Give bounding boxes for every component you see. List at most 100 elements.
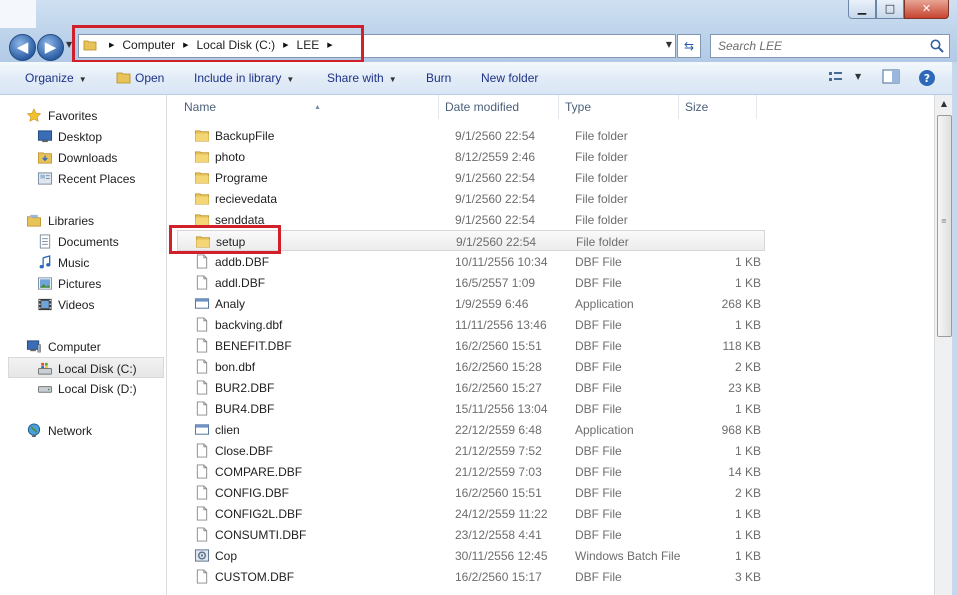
file-row[interactable]: addl.DBF 16/5/2557 1:09 DBF File 1 KB (177, 272, 765, 293)
file-icon (196, 464, 208, 479)
titlebar-left-area (0, 0, 36, 28)
file-type: DBF File (575, 570, 622, 584)
file-row[interactable]: recievedata 9/1/2560 22:54 File folder (177, 188, 765, 209)
view-options-dropdown-icon[interactable]: ▼ (855, 72, 861, 81)
file-row[interactable]: Cop 30/11/2556 12:45 Windows Batch File 1 K… (177, 545, 765, 566)
file-type: DBF File (575, 465, 622, 479)
nav-videos[interactable]: Videos (0, 294, 166, 315)
recent-pages-dropdown[interactable]: ▼ (66, 40, 74, 54)
file-row[interactable]: CONFIG.DBF 16/2/2560 15:51 DBF File 2 KB (177, 482, 765, 503)
close-button[interactable]: ✕ (904, 0, 949, 19)
file-row[interactable]: photo 8/12/2559 2:46 File folder (177, 146, 765, 167)
nav-network[interactable]: Network (0, 420, 166, 441)
share-label: Share with (327, 71, 384, 85)
file-size: 1 KB (734, 549, 761, 563)
file-size: 268 KB (721, 297, 761, 311)
folder-icon (195, 130, 209, 142)
file-row[interactable]: BUR2.DBF 16/2/2560 15:27 DBF File 23 KB (177, 377, 765, 398)
file-date-modified: 8/12/2559 2:46 (455, 150, 536, 164)
file-name: setup (216, 235, 246, 249)
file-type: DBF File (575, 507, 622, 521)
nav-local-disk-c[interactable]: Local Disk (C:) (8, 357, 164, 378)
file-row[interactable]: setup 9/1/2560 22:54 File folder (177, 230, 765, 251)
nav-pictures[interactable]: Pictures (0, 273, 166, 294)
search-box[interactable] (710, 34, 950, 58)
file-row[interactable]: BENEFIT.DBF 16/2/2560 15:51 DBF File 118 KB (177, 335, 765, 356)
breadcrumb-local-disk-c[interactable]: Local Disk (C:) (196, 38, 275, 52)
nav-documents[interactable]: Documents (0, 231, 166, 252)
address-bar[interactable]: ▶ Computer ▶ Local Disk (C:) ▶ LEE ▶ ▼ (78, 34, 676, 58)
search-icon[interactable] (929, 38, 945, 54)
file-row[interactable]: CONFIG2L.DBF 24/12/2559 11:22 DBF File 1 KB (177, 503, 765, 524)
file-row[interactable]: CUSTOM.DBF 16/2/2560 15:17 DBF File 3 KB (177, 566, 765, 587)
file-row[interactable]: clien 22/12/2559 6:48 Application 968 KB (177, 419, 765, 440)
forward-button[interactable]: ▶ (37, 34, 64, 61)
file-row[interactable]: Analy 1/9/2559 6:46 Application 268 KB (177, 293, 765, 314)
nav-computer[interactable]: Computer (0, 336, 166, 357)
breadcrumb-separator-icon[interactable]: ▶ (327, 41, 332, 49)
file-size: 2 KB (734, 486, 761, 500)
file-date-modified: 21/12/2559 7:03 (455, 465, 542, 479)
help-icon[interactable]: ? (918, 69, 936, 87)
nav-recent-places[interactable]: Recent Places (0, 168, 166, 189)
maximize-button[interactable]: □ (876, 0, 904, 19)
file-row[interactable]: CONSUMTI.DBF 23/12/2558 4:41 DBF File 1 KB (177, 524, 765, 545)
open-button[interactable]: Open (116, 71, 164, 85)
file-date-modified: 23/12/2558 4:41 (455, 528, 542, 542)
preview-pane-icon[interactable] (882, 69, 900, 85)
folder-icon (195, 193, 209, 205)
file-date-modified: 24/12/2559 11:22 (455, 507, 548, 521)
refresh-button[interactable]: ⇆ (677, 34, 701, 58)
new-folder-button[interactable]: New folder (481, 71, 538, 85)
scroll-up-arrow-icon[interactable]: ▲ (935, 95, 953, 112)
application-icon (194, 298, 210, 309)
burn-button[interactable]: Burn (426, 71, 451, 85)
include-in-library-menu[interactable]: Include in library ▼ (194, 71, 294, 85)
breadcrumb-separator-icon[interactable]: ▶ (283, 41, 288, 49)
open-folder-icon (116, 72, 131, 84)
minimize-button[interactable]: ▁ (848, 0, 876, 19)
nav-music[interactable]: Music (0, 252, 166, 273)
breadcrumb-separator-icon[interactable]: ▶ (109, 41, 114, 49)
address-history-dropdown-icon[interactable]: ▼ (666, 40, 672, 49)
column-header-type[interactable]: Type (559, 95, 679, 119)
file-row[interactable]: senddata 9/1/2560 22:54 File folder (177, 209, 765, 230)
folder-icon (195, 172, 209, 184)
nav-favorites[interactable]: Favorites (0, 105, 166, 126)
column-header-name[interactable]: Name ▲ (177, 95, 439, 119)
file-row[interactable]: Programe 9/1/2560 22:54 File folder (177, 167, 765, 188)
search-input[interactable] (716, 38, 920, 54)
file-row[interactable]: addb.DBF 10/11/2556 10:34 DBF File 1 KB (177, 251, 765, 272)
back-button[interactable]: ◀ (9, 34, 36, 61)
view-options-icon[interactable] (828, 69, 846, 85)
file-row[interactable]: BUR4.DBF 15/11/2556 13:04 DBF File 1 KB (177, 398, 765, 419)
file-name: CUSTOM.DBF (215, 570, 295, 584)
organize-menu[interactable]: Organize ▼ (25, 71, 87, 85)
file-type: File folder (575, 171, 628, 185)
file-row[interactable]: bon.dbf 16/2/2560 15:28 DBF File 2 KB (177, 356, 765, 377)
file-type: DBF File (575, 339, 622, 353)
nav-desktop[interactable]: Desktop (0, 126, 166, 147)
nav-local-disk-d[interactable]: Local Disk (D:) (0, 378, 166, 399)
column-header-size[interactable]: Size (679, 95, 757, 119)
breadcrumb-computer[interactable]: Computer (122, 38, 175, 52)
file-row[interactable]: backving.dbf 11/11/2556 13:46 DBF File 1 KB (177, 314, 765, 335)
file-name: clien (215, 423, 240, 437)
vertical-scrollbar[interactable]: ▲ ≡ (934, 95, 953, 595)
column-header-date[interactable]: Date modified (439, 95, 559, 119)
file-row[interactable]: COMPARE.DBF 21/12/2559 7:03 DBF File 14 KB (177, 461, 765, 482)
file-row[interactable]: Close.DBF 21/12/2559 7:52 DBF File 1 KB (177, 440, 765, 461)
file-row[interactable]: BackupFile 9/1/2560 22:54 File folder (177, 125, 765, 146)
nav-downloads[interactable]: Downloads (0, 147, 166, 168)
scrollbar-thumb[interactable] (937, 115, 952, 337)
file-icon (196, 527, 208, 542)
breadcrumb-separator-icon[interactable]: ▶ (183, 41, 188, 49)
documents-icon (39, 234, 51, 249)
share-with-menu[interactable]: Share with ▼ (327, 71, 397, 85)
nav-label: Music (58, 256, 90, 270)
breadcrumb-lee[interactable]: LEE (297, 38, 320, 52)
file-size: 1 KB (734, 444, 761, 458)
nav-libraries[interactable]: Libraries (0, 210, 166, 231)
file-name: CONFIG2L.DBF (215, 507, 303, 521)
file-name: Close.DBF (215, 444, 274, 458)
